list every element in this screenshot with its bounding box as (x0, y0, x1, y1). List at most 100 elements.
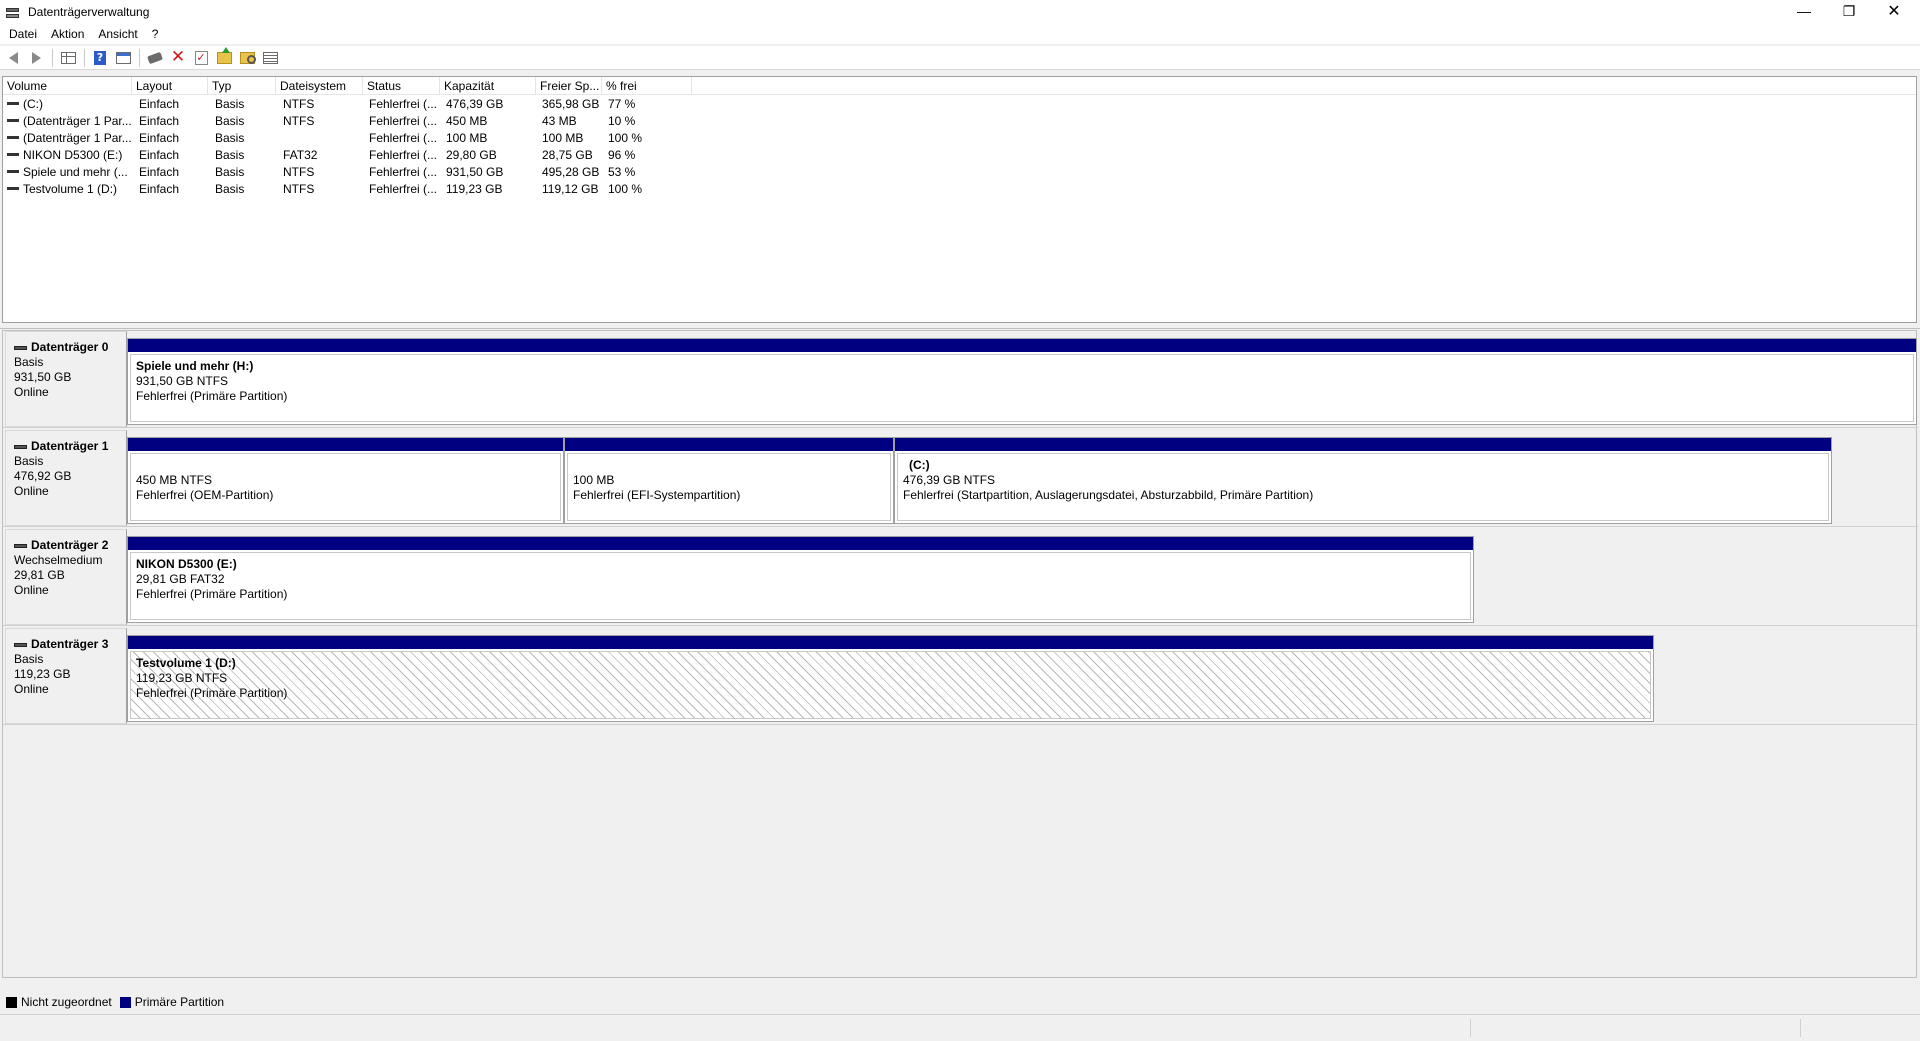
disk-row-3: Datenträger 3 Basis 119,23 GB Online Tes… (3, 628, 1918, 725)
partition-oem[interactable]: 450 MB NTFS Fehlerfrei (OEM-Partition) (127, 437, 564, 524)
status-cell: Fehlerfrei (... (369, 114, 438, 128)
partition-bar (565, 438, 893, 451)
freier-speicher-cell: 100 MB (542, 131, 584, 145)
partition-size: 450 MB NTFS (136, 473, 213, 487)
partition-bar (128, 636, 1653, 649)
window-title: Datenträgerverwaltung (28, 5, 150, 19)
restore-button[interactable]: ❐ (1826, 0, 1872, 22)
menu-help[interactable]: ? (145, 24, 166, 44)
folder-up-button[interactable] (214, 46, 234, 68)
column-header-freier-speicher[interactable]: Freier Sp... (536, 77, 602, 95)
list-view-button[interactable] (260, 48, 280, 68)
connect-icon (147, 51, 163, 64)
check-icon: ✓ (194, 50, 208, 65)
partition-c[interactable]: (C:) 476,39 GB NTFS Fehlerfrei (Startpar… (894, 437, 1832, 524)
dateisystem-cell: NTFS (283, 165, 315, 179)
menu-aktion[interactable]: Aktion (44, 24, 91, 44)
kapazitaet-cell: 931,50 GB (446, 165, 504, 179)
volume-cell: (Datenträger 1 Par... (3, 113, 132, 130)
table-row[interactable]: Spiele und mehr (... Einfach Basis NTFS … (3, 164, 703, 181)
legend-swatch-primary (119, 996, 131, 1008)
folder-search-button[interactable] (237, 48, 257, 68)
prozent-frei-cell: 100 % (608, 131, 643, 145)
disk-type: Basis (14, 454, 44, 468)
disk-name: Datenträger 3 (31, 637, 109, 651)
volume-name: (Datenträger 1 Par... (23, 114, 132, 128)
partition-status: Fehlerfrei (Primäre Partition) (136, 686, 288, 700)
disk-row-2: Datenträger 2 Wechselmedium 29,81 GB Onl… (3, 529, 1918, 626)
minimize-button[interactable]: — (1781, 0, 1827, 22)
disk-label-2[interactable]: Datenträger 2 Wechselmedium 29,81 GB Onl… (5, 529, 127, 625)
column-header-typ[interactable]: Typ (208, 77, 276, 95)
column-header-volume[interactable]: Volume (3, 77, 132, 95)
dateisystem-cell: NTFS (283, 97, 315, 111)
disk-state: Online (14, 682, 49, 696)
status-bar-divider (1470, 1019, 1471, 1037)
disk-name-row: Datenträger 0 (14, 340, 126, 355)
toolbar-separator (139, 48, 140, 67)
disk-label-0[interactable]: Datenträger 0 Basis 931,50 GB Online (5, 331, 127, 427)
console-tree-button[interactable] (58, 48, 78, 68)
layout-cell: Einfach (139, 114, 180, 128)
volume-cell: Spiele und mehr (... (3, 164, 132, 181)
volume-list[interactable]: Volume Layout Typ Dateisystem Status Kap… (2, 76, 1917, 323)
table-row[interactable]: Testvolume 1 (D:) Einfach Basis NTFS Feh… (3, 181, 703, 198)
volume-name: NIKON D5300 (E:) (23, 148, 123, 162)
partition-spiele-h[interactable]: Spiele und mehr (H:) 931,50 GB NTFS Fehl… (127, 338, 1917, 425)
disk-label-1[interactable]: Datenträger 1 Basis 476,92 GB Online (5, 430, 127, 526)
status-bar (0, 1014, 1920, 1041)
column-header-layout[interactable]: Layout (132, 77, 208, 95)
pane-splitter[interactable] (0, 323, 1920, 329)
back-button[interactable] (3, 48, 23, 68)
partition-status: Fehlerfrei (EFI-Systempartition) (573, 488, 741, 502)
column-header-kapazitaet[interactable]: Kapazität (440, 77, 536, 95)
volume-name: (Datenträger 1 Par... (23, 131, 132, 145)
status-cell: Fehlerfrei (... (369, 97, 438, 111)
toolbar-separator (52, 48, 53, 67)
status-cell: Fehlerfrei (... (369, 182, 438, 196)
prozent-frei-cell: 10 % (608, 114, 636, 128)
disk-icon (14, 543, 27, 548)
table-row[interactable]: NIKON D5300 (E:) Einfach Basis FAT32 Feh… (3, 147, 703, 164)
disk-icon (14, 345, 27, 350)
table-row[interactable]: (Datenträger 1 Par... Einfach Basis Fehl… (3, 130, 703, 147)
menu-datei[interactable]: Datei (2, 24, 44, 44)
help-button[interactable]: ? (90, 48, 110, 68)
layout-cell: Einfach (139, 165, 180, 179)
table-row[interactable]: (C:) Einfach Basis NTFS Fehlerfrei (... … (3, 96, 703, 113)
disk-state: Online (14, 484, 49, 498)
folder-up-icon (216, 46, 232, 64)
typ-cell: Basis (215, 131, 245, 145)
kapazitaet-cell: 119,23 GB (446, 182, 503, 196)
partition-body: 100 MB Fehlerfrei (EFI-Systempartition) (567, 453, 891, 521)
prozent-frei-cell: 77 % (608, 97, 636, 111)
partition-body: NIKON D5300 (E:) 29,81 GB FAT32 Fehlerfr… (130, 552, 1471, 620)
partition-testvolume-d[interactable]: Testvolume 1 (D:) 119,23 GB NTFS Fehlerf… (127, 635, 1654, 722)
column-header-dateisystem[interactable]: Dateisystem (276, 77, 363, 95)
partition-body: Testvolume 1 (D:) 119,23 GB NTFS Fehlerf… (130, 651, 1651, 719)
volume-icon (7, 153, 19, 157)
partition-status: Fehlerfrei (OEM-Partition) (136, 488, 274, 502)
column-header-prozent-frei[interactable]: % frei (602, 77, 692, 95)
partition-size: 100 MB (573, 473, 615, 487)
menu-ansicht[interactable]: Ansicht (91, 24, 144, 44)
close-button[interactable]: ✕ (1871, 0, 1917, 22)
table-row[interactable]: (Datenträger 1 Par... Einfach Basis NTFS… (3, 113, 703, 130)
freier-speicher-cell: 495,28 GB (542, 165, 600, 179)
disk-name-row: Datenträger 1 (14, 439, 126, 454)
partition-size: 29,81 GB FAT32 (136, 572, 225, 586)
prozent-frei-cell: 100 % (608, 182, 643, 196)
column-header-status[interactable]: Status (363, 77, 440, 95)
connect-button[interactable] (145, 48, 165, 68)
disk-size: 119,23 GB (14, 667, 71, 681)
status-cell: Fehlerfrei (... (369, 165, 438, 179)
delete-button[interactable]: ✕ (168, 48, 188, 68)
disk-label-3[interactable]: Datenträger 3 Basis 119,23 GB Online (5, 628, 127, 724)
disk-type: Basis (14, 355, 44, 369)
partition-nikon-e[interactable]: NIKON D5300 (E:) 29,81 GB FAT32 Fehlerfr… (127, 536, 1474, 623)
properties-button[interactable] (113, 48, 133, 68)
partition-efi[interactable]: 100 MB Fehlerfrei (EFI-Systempartition) (564, 437, 894, 524)
forward-button[interactable] (26, 48, 46, 68)
layout-cell: Einfach (139, 148, 180, 162)
check-button[interactable]: ✓ (191, 48, 211, 68)
